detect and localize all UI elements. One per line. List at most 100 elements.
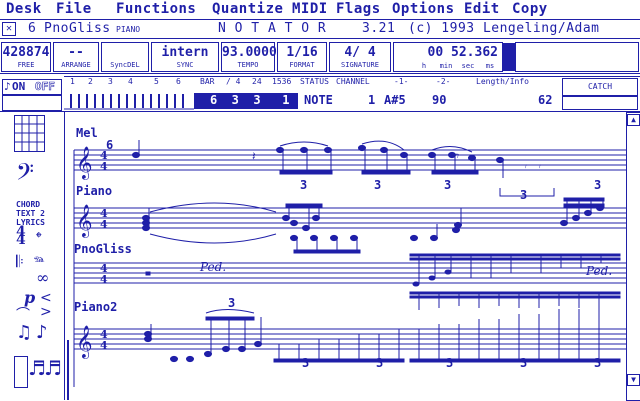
eighth-note-icon[interactable]: ♪ (36, 322, 48, 343)
position-label-beat: / 4 (557, 62, 571, 70)
menu-flags[interactable]: Flags (336, 1, 381, 17)
time-value: 00 52.362 (427, 45, 498, 60)
triplet-mark: 3 (594, 178, 602, 192)
on-off-switch[interactable]: ♪ ON OFF (2, 79, 62, 95)
position-label-sub: 16 (589, 62, 599, 70)
treble-clef-mel: 𝄞 (76, 146, 93, 180)
bass-clef-icon[interactable]: 𝄢 (16, 158, 34, 192)
staff-piano-lines (74, 207, 626, 229)
treble-clef-piano2: 𝄞 (76, 325, 93, 359)
menu-bar: Desk File Functions Quantize MIDI Flags … (0, 0, 640, 20)
sync-display[interactable]: intern SYNC (151, 42, 219, 72)
svg-text:𝄽: 𝄽 (252, 149, 256, 163)
event-channel[interactable]: 1 (368, 93, 375, 107)
time-display: 00 52.362 h min sec ms (393, 42, 503, 72)
free-label: FREE (17, 61, 35, 69)
staff-label-mel: Mel (76, 126, 98, 140)
arrange-display[interactable]: -- ARRANGE (53, 42, 99, 72)
app-version: 3.21 (362, 21, 396, 36)
grid-tool-icon[interactable] (14, 115, 48, 155)
copyright-notice: (c) 1993 Lengeling/Adam (408, 21, 600, 36)
triplet-mark: 3 (300, 178, 308, 192)
event-pitch[interactable]: A#5 (384, 93, 406, 107)
program-label: PROGRAM (8, 96, 56, 109)
format-label: FORMAT (289, 61, 315, 69)
svg-text:4: 4 (100, 160, 108, 173)
program-button[interactable]: PROGRAM (2, 95, 62, 111)
triplet-mark: 3 (520, 356, 528, 370)
svg-text:4: 4 (100, 218, 108, 231)
catch-button[interactable]: CATCH (562, 78, 638, 96)
tempo-label: TEMPO (237, 61, 259, 69)
event-list-header: 1 2 3 4 5 6 BAR / 4 24 1536 STATUS CHANN… (70, 77, 529, 86)
off-label: OFF (35, 80, 55, 94)
event-length[interactable]: 62 (538, 93, 552, 107)
repeat-bar-icon[interactable]: 𝄆 (16, 252, 24, 272)
whole-note-tool[interactable] (14, 356, 28, 388)
svg-text:4: 4 (100, 273, 108, 286)
close-box-icon[interactable]: ✕ (2, 22, 16, 36)
menu-copy[interactable]: Copy (512, 1, 548, 17)
event-position: 6 3 3 1 (210, 93, 290, 107)
menu-edit[interactable]: Edit (464, 1, 500, 17)
channel-meter-strip (64, 94, 194, 110)
catch-label: CATCH (587, 82, 613, 91)
triplet-mark: 3 (446, 356, 454, 370)
tempo-display[interactable]: 93.0000 TEMPO (221, 42, 277, 72)
svg-text:𝄾: 𝄾 (538, 160, 541, 173)
time-sig-4-4-icon[interactable]: 44 (16, 225, 26, 247)
signature-value: 4/ 4 (344, 45, 376, 60)
event-velocity[interactable]: 90 (432, 93, 446, 107)
svg-text:𝄾: 𝄾 (456, 149, 459, 163)
position-label-tick: 768 (615, 62, 629, 70)
position-display[interactable]: 21 2 1 63 BAR / 4 16 768 (515, 42, 639, 72)
sync-value: intern (161, 45, 209, 60)
menu-file[interactable]: File (56, 1, 92, 17)
time-label-ms: ms (485, 62, 495, 70)
note-icon: ♪ (4, 80, 11, 93)
sixteenth-note-icon[interactable]: ♬ (44, 356, 62, 380)
triplet-mark: 3 (228, 296, 236, 310)
palette-chord[interactable]: CHORD (16, 200, 40, 209)
infinity-icon[interactable]: ∞ (36, 268, 49, 287)
triplet-mark: 3 (594, 356, 602, 370)
position-slider-handle[interactable] (503, 43, 515, 71)
palette-text[interactable]: TEXT 2 (16, 209, 45, 218)
time-label-sec: sec (461, 62, 475, 70)
menu-desk[interactable]: Desk (6, 1, 42, 17)
vertical-scrollbar[interactable] (626, 112, 640, 401)
signature-label: SIGNATURE (341, 61, 379, 69)
fermata-icon[interactable]: ⌒ (16, 304, 30, 324)
event-position-field[interactable]: 6 3 3 1 (194, 93, 298, 109)
staff-mel-lines (74, 149, 626, 171)
menu-midi[interactable]: MIDI (292, 1, 328, 17)
coda-icon[interactable]: 𝄌 (36, 228, 42, 248)
triplet-mark: 3 (520, 188, 528, 202)
event-status[interactable]: NOTE (304, 93, 333, 107)
format-display[interactable]: 1/16 FORMAT (277, 42, 327, 72)
triplet-mark: 3 (444, 178, 452, 192)
scroll-up-arrow-icon[interactable]: ▲ (627, 114, 640, 126)
bar-number: 6 (106, 138, 114, 152)
triplet-mark: 3 (376, 356, 384, 370)
staff-pnogliss-lines (74, 262, 626, 284)
accent-icon[interactable]: > (40, 304, 52, 320)
scroll-down-arrow-icon[interactable]: ▼ (627, 374, 640, 386)
instrument-name: PIANO (116, 25, 141, 34)
pedal-marking: Ped. (200, 260, 227, 274)
menu-quantize[interactable]: Quantize (212, 1, 283, 17)
score-area[interactable]: 𝄞 𝄞 𝄞 44 44 44 44 𝄽 𝄾 𝄾 𝄾 (66, 112, 626, 400)
menu-options[interactable]: Options (392, 1, 455, 17)
time-label-min: min (439, 62, 453, 70)
on-label: ON (12, 80, 26, 93)
event-scroll-box[interactable] (562, 96, 638, 110)
signature-display[interactable]: 4/ 4 SIGNATURE (329, 42, 391, 72)
syncdel-display[interactable]: SyncDEL (101, 42, 149, 72)
staff-label-piano: Piano (76, 184, 113, 198)
menu-functions[interactable]: Functions (116, 1, 196, 17)
treble-clef-piano: 𝄞 (76, 204, 93, 238)
tied-notes-icon[interactable]: ♫ (16, 322, 32, 343)
app-name: N O T A T O R (218, 21, 327, 36)
arrange-label: ARRANGE (61, 61, 91, 69)
pedal-marking-2: Ped. (586, 264, 613, 278)
